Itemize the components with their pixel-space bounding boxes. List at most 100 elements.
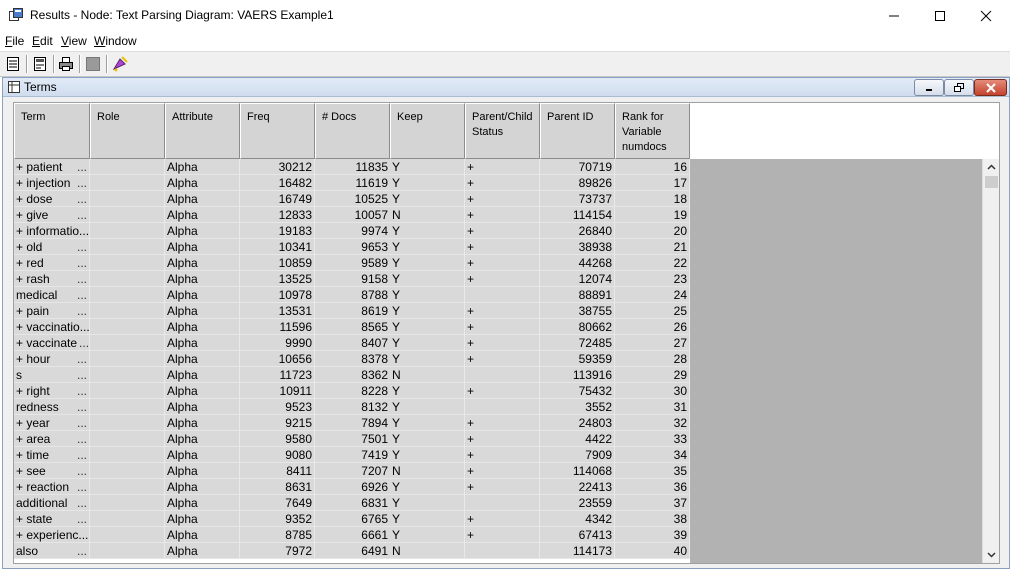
cell-term[interactable]: + patient... <box>14 159 90 175</box>
cell-docs[interactable]: 9589 <box>315 255 390 271</box>
menu-edit[interactable]: Edit <box>32 34 53 48</box>
cell-role[interactable] <box>90 223 165 239</box>
cell-status[interactable]: + <box>465 415 540 431</box>
term-expand-icon[interactable]: ... <box>75 287 87 302</box>
cell-term[interactable]: + dose... <box>14 191 90 207</box>
term-expand-icon[interactable]: ... <box>75 495 87 510</box>
scroll-up-button[interactable] <box>983 159 999 175</box>
cell-status[interactable] <box>465 367 540 383</box>
cell-parent-id[interactable]: 70719 <box>540 159 615 175</box>
cell-role[interactable] <box>90 239 165 255</box>
cell-rank[interactable]: 30 <box>615 383 690 399</box>
cell-keep[interactable]: Y <box>390 319 465 335</box>
table-row[interactable]: + right... Alpha 10911 8228 Y +75432 30 <box>14 383 690 399</box>
terms-restore-button[interactable] <box>944 79 974 96</box>
cell-freq[interactable]: 8631 <box>240 479 315 495</box>
cell-role[interactable] <box>90 287 165 303</box>
table-row[interactable]: also... Alpha 7972 6491 N 114173 40 <box>14 543 690 559</box>
cell-rank[interactable]: 27 <box>615 335 690 351</box>
cell-status[interactable] <box>465 399 540 415</box>
cell-term[interactable]: + state... <box>14 511 90 527</box>
cell-keep[interactable]: Y <box>390 447 465 463</box>
cell-parent-id[interactable]: 114154 <box>540 207 615 223</box>
cell-docs[interactable]: 11835 <box>315 159 390 175</box>
cell-keep[interactable]: N <box>390 463 465 479</box>
cell-attribute[interactable]: Alpha <box>165 351 240 367</box>
cell-keep[interactable]: Y <box>390 495 465 511</box>
cell-keep[interactable]: N <box>390 207 465 223</box>
cell-parent-id[interactable]: 80662 <box>540 319 615 335</box>
cell-docs[interactable]: 7419 <box>315 447 390 463</box>
cell-parent-id[interactable]: 72485 <box>540 335 615 351</box>
table-row[interactable]: + time... Alpha 9080 7419 Y +7909 34 <box>14 447 690 463</box>
term-expand-icon[interactable]: ... <box>75 543 87 558</box>
cell-docs[interactable]: 8407 <box>315 335 390 351</box>
cell-docs[interactable]: 8132 <box>315 399 390 415</box>
cell-role[interactable] <box>90 207 165 223</box>
column-header-role[interactable]: Role <box>90 103 165 159</box>
cell-term[interactable]: + pain... <box>14 303 90 319</box>
cell-rank[interactable]: 25 <box>615 303 690 319</box>
cell-rank[interactable]: 33 <box>615 431 690 447</box>
cell-parent-id[interactable]: 3552 <box>540 399 615 415</box>
terms-close-button[interactable] <box>974 79 1007 96</box>
column-header-keep[interactable]: Keep <box>390 103 465 159</box>
cell-parent-id[interactable]: 113916 <box>540 367 615 383</box>
cell-attribute[interactable]: Alpha <box>165 239 240 255</box>
cell-status[interactable]: + <box>465 479 540 495</box>
cell-docs[interactable]: 7894 <box>315 415 390 431</box>
cell-role[interactable] <box>90 367 165 383</box>
cell-keep[interactable]: N <box>390 367 465 383</box>
cell-term[interactable]: + injection... <box>14 175 90 191</box>
column-header-rank[interactable]: Rank for Variable numdocs <box>615 103 690 159</box>
cell-status[interactable]: + <box>465 511 540 527</box>
cell-status[interactable]: + <box>465 175 540 191</box>
table-row[interactable]: + reaction... Alpha 8631 6926 Y +22413 36 <box>14 479 690 495</box>
term-expand-icon[interactable]: ... <box>75 255 87 270</box>
cell-term[interactable]: s... <box>14 367 90 383</box>
cell-term[interactable]: + area... <box>14 431 90 447</box>
cell-keep[interactable]: Y <box>390 223 465 239</box>
cell-attribute[interactable]: Alpha <box>165 479 240 495</box>
cell-term[interactable]: + vaccinatio...... <box>14 319 90 335</box>
vertical-scrollbar[interactable] <box>982 159 999 563</box>
cell-docs[interactable]: 7501 <box>315 431 390 447</box>
cell-parent-id[interactable]: 59359 <box>540 351 615 367</box>
cell-parent-id[interactable]: 114068 <box>540 463 615 479</box>
cell-parent-id[interactable]: 89826 <box>540 175 615 191</box>
cell-term[interactable]: + time... <box>14 447 90 463</box>
cell-term[interactable]: + see... <box>14 463 90 479</box>
cell-parent-id[interactable]: 88891 <box>540 287 615 303</box>
term-expand-icon[interactable]: ... <box>75 367 87 382</box>
cell-docs[interactable]: 10525 <box>315 191 390 207</box>
cell-role[interactable] <box>90 351 165 367</box>
cell-freq[interactable]: 13525 <box>240 271 315 287</box>
term-expand-icon[interactable]: ... <box>75 415 87 430</box>
term-expand-icon[interactable]: ... <box>75 511 87 526</box>
term-expand-icon[interactable]: ... <box>77 335 89 350</box>
cell-freq[interactable]: 11596 <box>240 319 315 335</box>
cell-rank[interactable]: 24 <box>615 287 690 303</box>
cell-docs[interactable]: 7207 <box>315 463 390 479</box>
cell-parent-id[interactable]: 22413 <box>540 479 615 495</box>
cell-parent-id[interactable]: 7909 <box>540 447 615 463</box>
cell-status[interactable]: + <box>465 255 540 271</box>
cell-attribute[interactable]: Alpha <box>165 175 240 191</box>
disabled-button[interactable] <box>84 55 102 73</box>
cell-status[interactable] <box>465 495 540 511</box>
cell-attribute[interactable]: Alpha <box>165 511 240 527</box>
cell-docs[interactable]: 6831 <box>315 495 390 511</box>
cell-freq[interactable]: 7649 <box>240 495 315 511</box>
cell-keep[interactable]: Y <box>390 383 465 399</box>
cell-status[interactable] <box>465 543 540 559</box>
cell-keep[interactable]: Y <box>390 175 465 191</box>
cell-rank[interactable]: 34 <box>615 447 690 463</box>
cell-docs[interactable]: 9653 <box>315 239 390 255</box>
cell-rank[interactable]: 20 <box>615 223 690 239</box>
cell-freq[interactable]: 30212 <box>240 159 315 175</box>
cell-rank[interactable]: 18 <box>615 191 690 207</box>
cell-parent-id[interactable]: 44268 <box>540 255 615 271</box>
cell-attribute[interactable]: Alpha <box>165 543 240 559</box>
cell-attribute[interactable]: Alpha <box>165 399 240 415</box>
term-expand-icon[interactable]: ... <box>75 207 87 222</box>
